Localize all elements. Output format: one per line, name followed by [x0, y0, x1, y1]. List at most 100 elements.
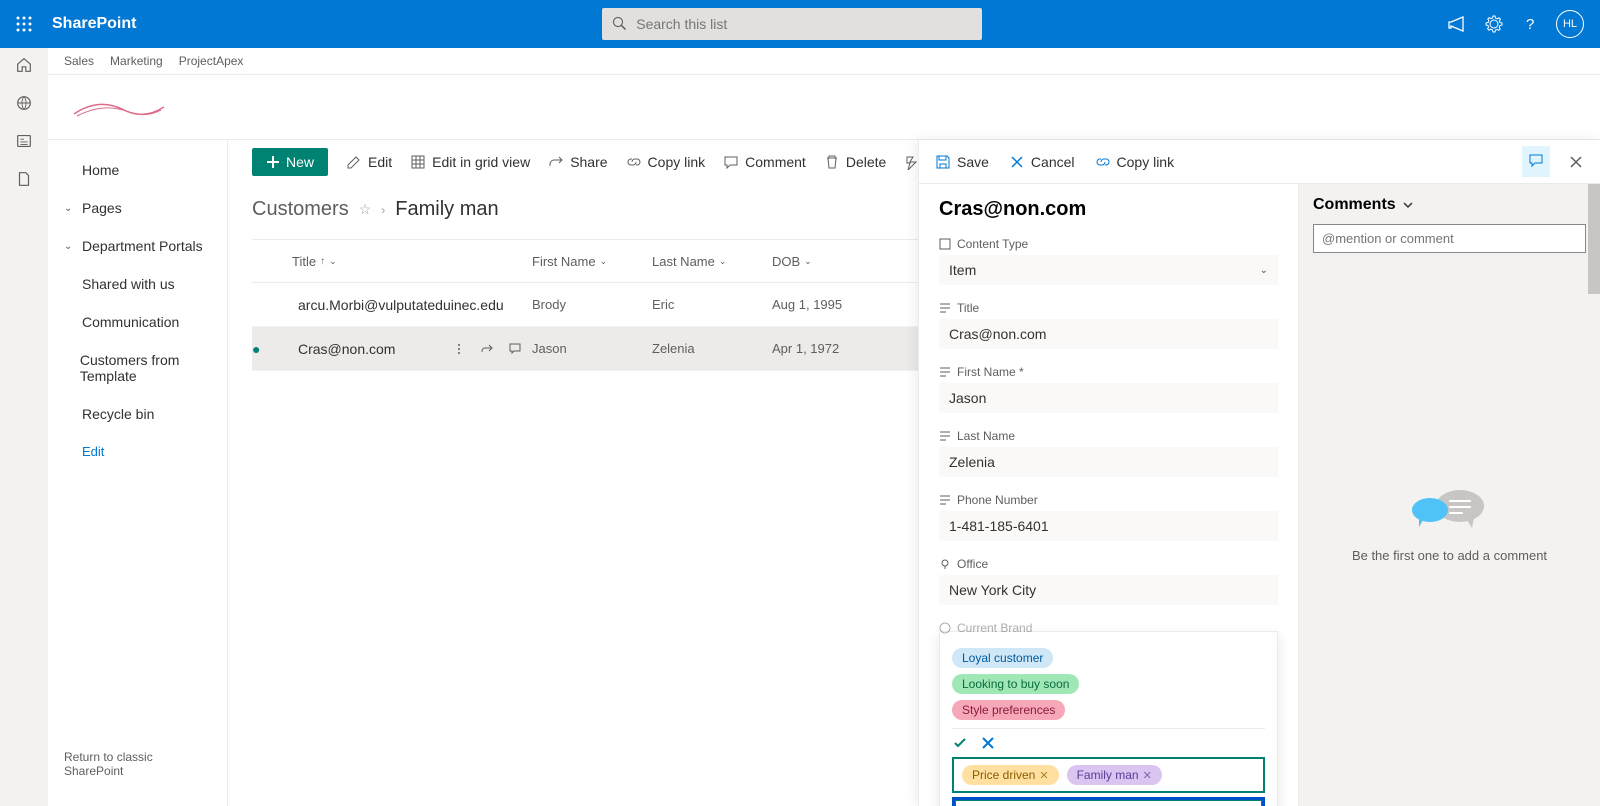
grid-view-button[interactable]: Edit in grid view	[410, 154, 530, 170]
search-input[interactable]	[636, 16, 972, 32]
selected-chips: Price driven✕ Family man✕	[952, 757, 1265, 793]
chevron-down-icon: ⌄	[1260, 265, 1268, 276]
hub-link-projectapex[interactable]: ProjectApex	[179, 54, 244, 68]
col-first-label: First Name	[532, 254, 596, 269]
hub-link-marketing[interactable]: Marketing	[110, 54, 163, 68]
chevron-right-icon: ›	[381, 203, 385, 217]
cancel-x-icon[interactable]	[980, 735, 996, 751]
panel-cancel-button[interactable]: Cancel	[1009, 154, 1075, 170]
col-title[interactable]: Title ↑ ⌄	[292, 254, 532, 269]
search-box[interactable]	[602, 8, 982, 40]
last-name-label: Last Name	[957, 429, 1015, 443]
chip-family-man[interactable]: Family man✕	[1067, 765, 1162, 785]
nav-pages[interactable]: ⌄Pages	[56, 198, 219, 218]
help-icon[interactable]: ?	[1520, 14, 1540, 34]
save-icon	[935, 154, 951, 170]
classic-link[interactable]: Return to classic SharePoint	[56, 742, 219, 786]
nav-shared[interactable]: Shared with us	[56, 274, 219, 294]
site-logo[interactable]	[64, 79, 174, 135]
nav-dept-portals[interactable]: ⌄Department Portals	[56, 236, 219, 256]
hub-link-sales[interactable]: Sales	[64, 54, 94, 68]
comments-title-text: Comments	[1313, 196, 1396, 214]
title-field[interactable]: Cras@non.com	[939, 319, 1278, 349]
home-icon[interactable]	[15, 56, 33, 74]
col-last[interactable]: Last Name ⌄	[652, 254, 772, 269]
nav-customers-template[interactable]: Customers from Template	[56, 350, 219, 386]
share-inline-icon[interactable]	[480, 342, 494, 356]
office-field[interactable]: New York City	[939, 575, 1278, 605]
more-vertical-icon[interactable]	[452, 342, 466, 356]
last-name-field[interactable]: Zelenia	[939, 447, 1278, 477]
nav-pages-label: Pages	[82, 200, 122, 216]
content-type-icon	[939, 238, 951, 250]
panel-copylink-label: Copy link	[1117, 154, 1175, 170]
x-icon	[1009, 154, 1025, 170]
chat-bubbles-icon	[1405, 484, 1495, 534]
item-title: Cras@non.com	[939, 198, 1278, 221]
content-type-select[interactable]: Item ⌄	[939, 255, 1278, 285]
comment-input[interactable]	[1313, 224, 1586, 253]
megaphone-icon[interactable]	[1448, 14, 1468, 34]
close-panel-icon[interactable]	[1568, 154, 1584, 170]
new-button[interactable]: New	[252, 148, 328, 176]
suite-brand[interactable]: SharePoint	[48, 15, 136, 33]
remove-chip-icon[interactable]: ✕	[1143, 769, 1152, 782]
delete-label: Delete	[846, 154, 886, 170]
choice-buy[interactable]: Looking to buy soon	[952, 674, 1079, 694]
location-icon	[939, 558, 951, 570]
plus-icon	[266, 155, 280, 169]
col-first[interactable]: First Name ⌄	[532, 254, 652, 269]
choice-filter-input[interactable]	[955, 800, 1262, 806]
panel-save-label: Save	[957, 154, 989, 170]
comment-button[interactable]: Comment	[723, 154, 806, 170]
confirm-check-icon[interactable]	[952, 735, 968, 751]
copylink-button[interactable]: Copy link	[626, 154, 706, 170]
choice-icon	[939, 622, 951, 634]
comments-column: Comments Be the first one to add a comme…	[1299, 184, 1600, 806]
col-title-label: Title	[292, 254, 316, 269]
globe-icon[interactable]	[15, 94, 33, 112]
comment-inline-icon[interactable]	[508, 342, 522, 356]
office-label: Office	[957, 557, 988, 571]
list-name[interactable]: Customers	[252, 198, 349, 221]
panel-save-button[interactable]: Save	[935, 154, 989, 170]
waffle-icon	[16, 16, 32, 32]
row-title[interactable]: arcu.Morbi@vulputateduinec.edu	[292, 297, 532, 313]
choice-style[interactable]: Style preferences	[952, 700, 1065, 720]
share-label: Share	[570, 154, 607, 170]
favorite-star-icon[interactable]: ☆	[359, 201, 372, 218]
gear-icon[interactable]	[1484, 14, 1504, 34]
edit-button[interactable]: Edit	[346, 154, 392, 170]
row-title[interactable]: Cras@non.com	[298, 341, 395, 357]
nav-home[interactable]: Home	[56, 160, 219, 180]
user-avatar[interactable]: HL	[1556, 10, 1584, 38]
panel-copylink-button[interactable]: Copy link	[1095, 154, 1175, 170]
chip-price-driven[interactable]: Price driven✕	[962, 765, 1059, 785]
title-label: Title	[957, 301, 979, 315]
choice-loyal[interactable]: Loyal customer	[952, 648, 1053, 668]
content-type-value: Item	[949, 262, 976, 278]
row-checkmark-icon[interactable]: ●	[252, 341, 292, 357]
phone-field[interactable]: 1-481-185-6401	[939, 511, 1278, 541]
row-last: Eric	[652, 297, 772, 312]
remove-chip-icon[interactable]: ✕	[1039, 769, 1048, 782]
nav-home-label: Home	[82, 162, 119, 178]
news-icon[interactable]	[15, 132, 33, 150]
share-button[interactable]: Share	[548, 154, 607, 170]
files-icon[interactable]	[15, 170, 33, 188]
delete-button[interactable]: Delete	[824, 154, 886, 170]
comments-heading[interactable]: Comments	[1313, 196, 1586, 214]
app-launcher[interactable]	[0, 0, 48, 48]
first-name-field[interactable]: Jason	[939, 383, 1278, 413]
nav-edit[interactable]: Edit	[56, 442, 219, 461]
pencil-icon	[346, 154, 362, 170]
nav-recycle-label: Recycle bin	[82, 406, 154, 422]
col-dob[interactable]: DOB ⌄	[772, 254, 892, 269]
nav-communication[interactable]: Communication	[56, 312, 219, 332]
form-scrollbar[interactable]	[1588, 184, 1600, 806]
comments-toggle[interactable]	[1522, 146, 1550, 177]
nav-recycle-bin[interactable]: Recycle bin	[56, 404, 219, 424]
comment-label: Comment	[745, 154, 806, 170]
scrollbar-thumb[interactable]	[1588, 184, 1600, 294]
panel-command-bar: Save Cancel Copy link	[919, 140, 1600, 184]
